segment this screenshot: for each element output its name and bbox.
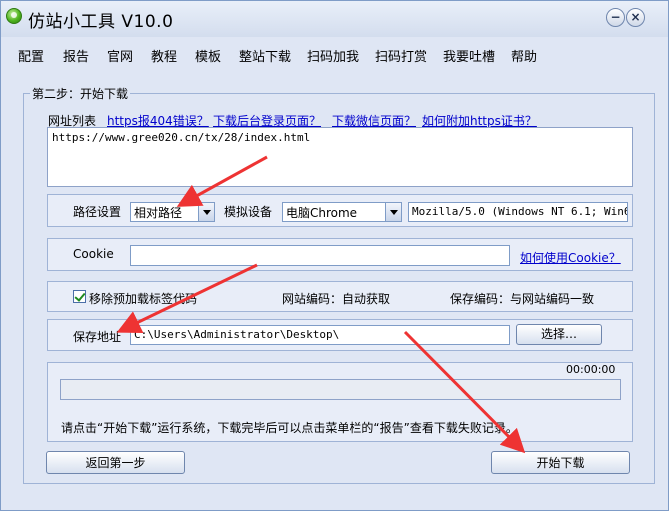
save-path-label: 保存地址 [73, 330, 122, 344]
choose-folder-button[interactable]: 选择… [516, 324, 602, 345]
url-list-input[interactable]: https://www.gree020.cn/tx/28/index.html [47, 127, 633, 187]
window-title: 仿站小工具 V10.0 [28, 12, 174, 32]
user-agent-input[interactable]: Mozilla/5.0 (Windows NT 6.1; Win64; [408, 202, 628, 222]
device-select[interactable]: 电脑Chrome [282, 202, 402, 222]
menu-config[interactable]: 配置 [18, 46, 44, 65]
menu-tutorial[interactable]: 教程 [151, 46, 177, 65]
title-bar[interactable]: 仿站小工具 V10.0 − × [1, 1, 668, 37]
close-button[interactable]: × [626, 8, 645, 27]
menu-scan-add-me[interactable]: 扫码加我 [307, 46, 359, 65]
chevron-down-icon[interactable] [385, 203, 401, 221]
remove-preload-checkbox[interactable] [73, 290, 86, 303]
cookie-label: Cookie [73, 247, 114, 261]
path-setting-label: 路径设置 [73, 205, 122, 219]
save-encoding-text: 保存编码：与网站编码一致 [450, 292, 595, 306]
menu-help[interactable]: 帮助 [511, 46, 537, 65]
menu-full-site-download[interactable]: 整站下载 [239, 46, 291, 65]
path-setting-select[interactable]: 相对路径 [130, 202, 215, 222]
device-label: 模拟设备 [224, 205, 273, 219]
save-path-input[interactable]: C:\Users\Administrator\Desktop\ [130, 325, 510, 345]
menu-bar: 配置 报告 官网 教程 模板 整站下载 扫码加我 扫码打赏 我要吐槽 帮助 [1, 39, 668, 69]
menu-report[interactable]: 报告 [63, 46, 89, 65]
start-download-button[interactable]: 开始下载 [491, 451, 630, 474]
download-hint: 请点击“开始下载”运行系统，下载完毕后可以点击菜单栏的“报告”查看下载失败记录。 [61, 421, 518, 435]
app-logo-icon [6, 8, 22, 24]
remove-preload-label: 移除预加载标签代码 [89, 292, 198, 306]
menu-template[interactable]: 模板 [195, 46, 221, 65]
step-title: 第二步：开始下载 [30, 85, 131, 102]
device-value: 电脑Chrome [286, 206, 358, 220]
back-to-step-one-button[interactable]: 返回第一步 [46, 451, 185, 474]
site-encoding-text: 网站编码：自动获取 [282, 292, 391, 306]
link-cookie-help[interactable]: 如何使用Cookie？ [520, 249, 621, 266]
app-window: 仿站小工具 V10.0 − × 配置 报告 官网 教程 模板 整站下载 扫码加我… [0, 0, 669, 511]
chevron-down-icon[interactable] [198, 203, 214, 221]
menu-feedback[interactable]: 我要吐槽 [443, 46, 495, 65]
elapsed-time: 00:00:00 [566, 363, 616, 376]
cookie-input[interactable] [130, 245, 510, 266]
path-setting-value: 相对路径 [134, 206, 183, 220]
download-progress-bar [60, 379, 621, 400]
menu-scan-tip[interactable]: 扫码打赏 [375, 46, 427, 65]
minimize-button[interactable]: − [606, 8, 625, 27]
menu-website[interactable]: 官网 [107, 46, 133, 65]
